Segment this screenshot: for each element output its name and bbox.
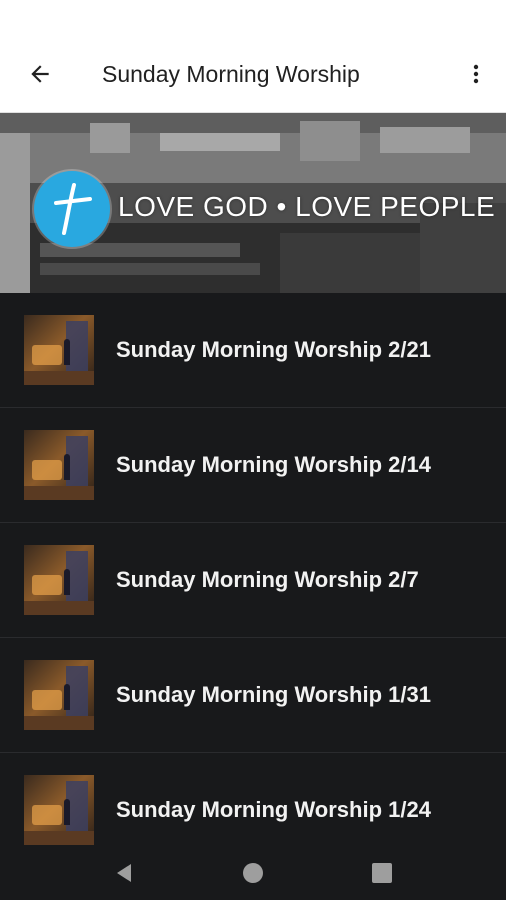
sermon-thumbnail (24, 545, 94, 615)
nav-back-button[interactable] (99, 848, 149, 898)
list-item[interactable]: Sunday Morning Worship 1/24 (0, 753, 506, 845)
church-banner: LOVE GOD • LOVE PEOPLE (0, 113, 506, 293)
page-title: Sunday Morning Worship (102, 60, 360, 87)
list-item-label: Sunday Morning Worship 2/7 (116, 567, 419, 592)
sermon-thumbnail (24, 315, 94, 385)
back-button[interactable] (0, 36, 80, 113)
more-options-button[interactable] (446, 36, 506, 113)
status-bar (0, 0, 506, 36)
nav-home-icon (242, 862, 263, 883)
sermon-thumbnail (24, 660, 94, 730)
sermon-list: Sunday Morning Worship 2/21 Sunday Morni… (0, 293, 506, 845)
list-item[interactable]: Sunday Morning Worship 1/31 (0, 638, 506, 753)
sermon-thumbnail (24, 775, 94, 845)
list-item-label: Sunday Morning Worship 2/21 (116, 337, 431, 362)
list-item[interactable]: Sunday Morning Worship 2/7 (0, 523, 506, 638)
nav-back-icon (117, 863, 132, 882)
nav-recents-button[interactable] (357, 848, 407, 898)
sermon-thumbnail (24, 430, 94, 500)
list-item-label: Sunday Morning Worship 2/14 (116, 452, 431, 477)
list-item-label: Sunday Morning Worship 1/31 (116, 682, 431, 707)
more-vert-icon (473, 64, 479, 84)
app-bar: Sunday Morning Worship (0, 36, 506, 113)
arrow-left-icon (31, 65, 49, 83)
list-item[interactable]: Sunday Morning Worship 2/21 (0, 293, 506, 408)
list-item[interactable]: Sunday Morning Worship 2/14 (0, 408, 506, 523)
list-item-label: Sunday Morning Worship 1/24 (116, 797, 431, 822)
banner-tagline: LOVE GOD • LOVE PEOPLE (118, 191, 496, 222)
system-nav-bar (0, 845, 506, 900)
cross-logo-icon (34, 171, 110, 247)
nav-home-button[interactable] (228, 848, 278, 898)
nav-recents-icon (371, 862, 392, 883)
